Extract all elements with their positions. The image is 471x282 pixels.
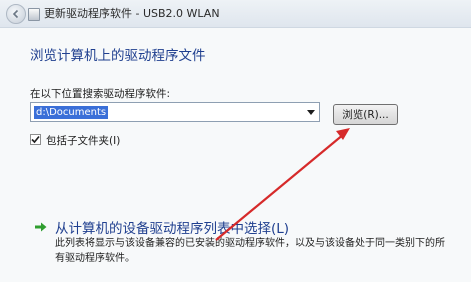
annotation-arrow [215,128,350,241]
annotation-arrow-shaft [215,133,345,241]
